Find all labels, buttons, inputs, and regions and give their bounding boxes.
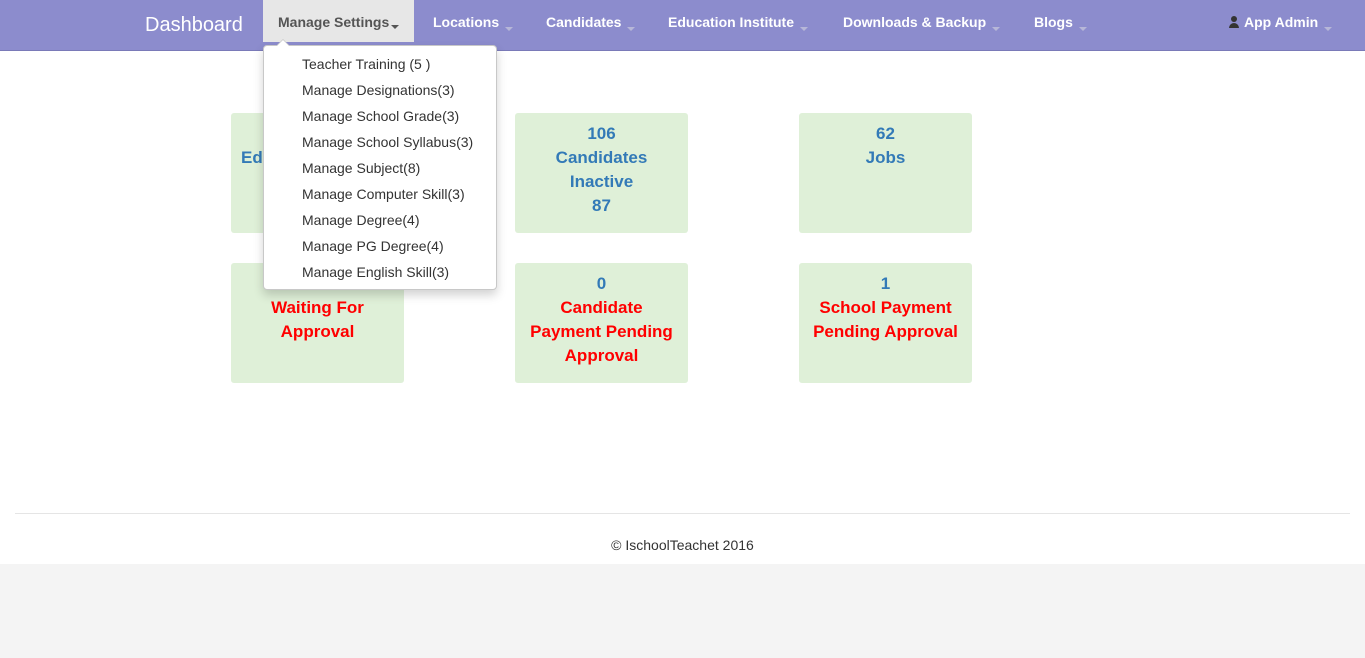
dropdown-item-manage-school-syllabus[interactable]: Manage School Syllabus(3) bbox=[302, 134, 473, 150]
card-candidates[interactable]: 106 Candidates Inactive 87 bbox=[515, 113, 688, 233]
dropdown-item-teacher-training[interactable]: Teacher Training (5 ) bbox=[302, 56, 430, 72]
dropdown-item-manage-computer-skill[interactable]: Manage Computer Skill(3) bbox=[302, 186, 465, 202]
dropdown-item-manage-degree[interactable]: Manage Degree(4) bbox=[302, 212, 420, 228]
nav-education-institute[interactable]: Education Institute bbox=[668, 0, 808, 42]
caret-down-icon bbox=[1078, 27, 1087, 31]
card-candidate-payment[interactable]: 0 Candidate Payment Pending Approval bbox=[515, 263, 688, 383]
nav-blogs-label: Blogs bbox=[1034, 14, 1073, 30]
dropdown-item-manage-subject[interactable]: Manage Subject(8) bbox=[302, 160, 420, 176]
nav-downloads-backup[interactable]: Downloads & Backup bbox=[843, 0, 1001, 42]
nav-manage-settings[interactable]: Manage Settings bbox=[263, 0, 415, 42]
nav-candidates-label: Candidates bbox=[546, 14, 622, 30]
dropdown-item-manage-school-grade[interactable]: Manage School Grade(3) bbox=[302, 108, 459, 124]
card-jobs[interactable]: 62 Jobs bbox=[799, 113, 972, 233]
caret-down-icon bbox=[627, 27, 636, 31]
card-candidate-payment-count: 0 bbox=[596, 274, 607, 293]
card-candidates-label: Candidates bbox=[555, 148, 648, 167]
nav-candidates[interactable]: Candidates bbox=[546, 0, 636, 42]
footer-copyright: © IschoolTeachet 2016 bbox=[611, 537, 754, 553]
nav-locations-label: Locations bbox=[433, 14, 500, 30]
page-bottom-area bbox=[0, 564, 1365, 658]
dropdown-item-manage-designations[interactable]: Manage Designations(3) bbox=[302, 82, 455, 98]
caret-down-icon bbox=[391, 25, 400, 29]
nav-blogs[interactable]: Blogs bbox=[1034, 0, 1087, 42]
nav-downloads-backup-label: Downloads & Backup bbox=[843, 14, 987, 30]
card-candidates-inactive-count: 87 bbox=[592, 196, 611, 215]
nav-user-label: App Admin bbox=[1244, 14, 1319, 30]
caret-down-icon bbox=[992, 27, 1001, 31]
card-waiting-line2: Approval bbox=[280, 322, 355, 341]
caret-down-icon bbox=[800, 27, 808, 31]
card-candidate-payment-line3: Approval bbox=[564, 346, 639, 365]
card-jobs-label: Jobs bbox=[865, 148, 906, 167]
nav-user-menu[interactable]: App Admin bbox=[1228, 0, 1333, 42]
caret-down-icon bbox=[505, 27, 514, 31]
brand-dashboard-link[interactable]: Dashboard bbox=[145, 14, 243, 37]
card-candidate-payment-line1: Candidate bbox=[560, 298, 643, 317]
card-education-partial-label: Ed bbox=[241, 148, 263, 167]
card-candidates-inactive-label: Inactive bbox=[569, 172, 634, 191]
card-waiting-line1: Waiting For bbox=[271, 298, 364, 317]
card-jobs-count: 62 bbox=[876, 124, 895, 143]
caret-down-icon bbox=[1324, 27, 1333, 31]
card-candidates-count: 106 bbox=[587, 124, 616, 143]
card-school-payment-count: 1 bbox=[880, 274, 891, 293]
dropdown-item-manage-pg-degree[interactable]: Manage PG Degree(4) bbox=[302, 238, 444, 254]
nav-manage-settings-label: Manage Settings bbox=[278, 14, 390, 30]
nav-education-institute-label: Education Institute bbox=[668, 14, 794, 30]
nav-locations[interactable]: Locations bbox=[433, 0, 514, 42]
dropdown-item-manage-english-skill[interactable]: Manage English Skill(3) bbox=[302, 264, 449, 280]
card-school-payment-line2: Pending Approval bbox=[813, 322, 958, 341]
manage-settings-dropdown: Teacher Training (5 ) Manage Designation… bbox=[263, 39, 497, 290]
top-navbar: Dashboard Manage Settings Locations Cand… bbox=[0, 0, 1365, 51]
user-icon bbox=[1228, 16, 1240, 28]
card-school-payment-line1: School Payment bbox=[819, 298, 952, 317]
footer-divider bbox=[15, 513, 1350, 514]
card-candidate-payment-line2: Payment Pending bbox=[530, 322, 673, 341]
card-school-payment[interactable]: 1 School Payment Pending Approval bbox=[799, 263, 972, 383]
